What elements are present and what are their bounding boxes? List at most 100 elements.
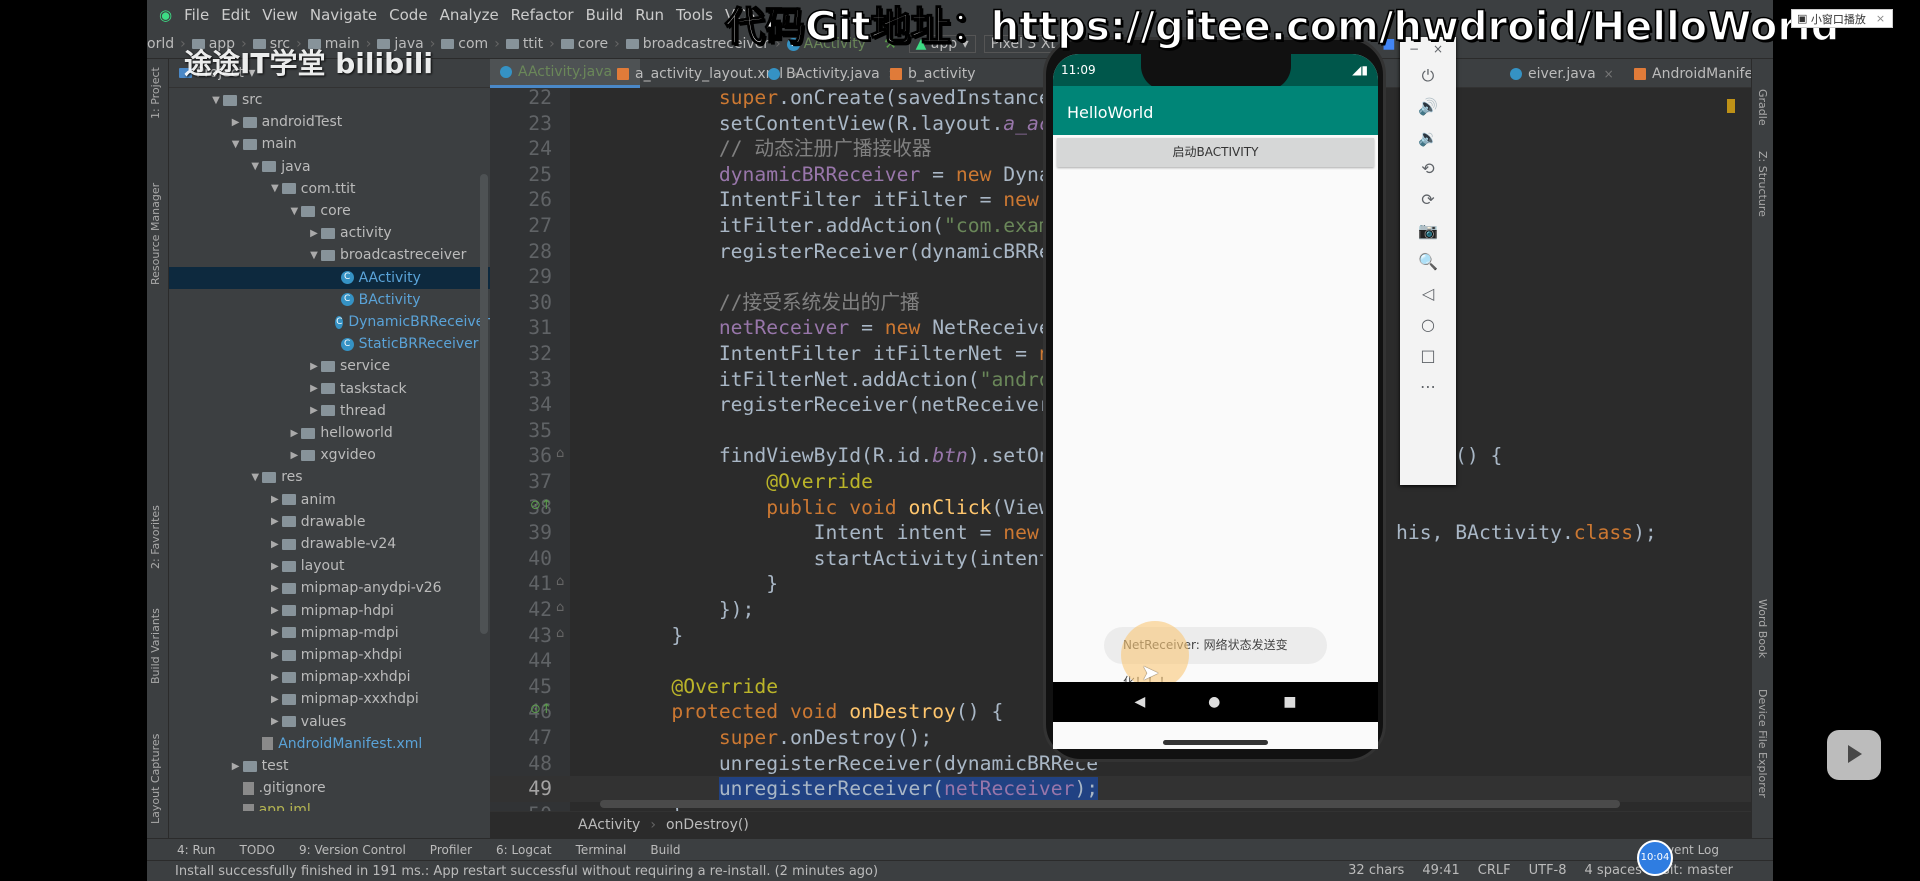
word-book-tab[interactable]: Word Book bbox=[1756, 599, 1769, 658]
override-gutter-icon[interactable]: ⊙↑ bbox=[530, 498, 552, 513]
gradle-tab[interactable]: Gradle bbox=[1756, 89, 1769, 126]
chevron-down-icon[interactable]: ▼ bbox=[248, 472, 262, 483]
menu-view[interactable]: View bbox=[262, 6, 298, 24]
tree-item[interactable]: ▶ androidTest bbox=[169, 111, 490, 133]
line-separator[interactable]: CRLF bbox=[1478, 863, 1511, 878]
run-tool-button[interactable]: 4: Run bbox=[177, 843, 216, 857]
chevron-right-icon[interactable]: ▶ bbox=[268, 494, 282, 505]
tree-item[interactable]: ▼ core bbox=[169, 200, 490, 222]
breadcrumb-item[interactable]: ttit bbox=[505, 36, 543, 52]
device-file-explorer-tab[interactable]: Device File Explorer bbox=[1756, 689, 1769, 798]
tree-item[interactable]: ▶ anim bbox=[169, 489, 490, 511]
home-button[interactable]: ● bbox=[1208, 694, 1220, 710]
screenshot-icon[interactable]: 📷 bbox=[1400, 221, 1456, 240]
emulator-screen[interactable]: 11:09◢▮ HelloWorld 启动BACTIVITY NetReceiv… bbox=[1053, 54, 1378, 749]
menu-tools[interactable]: Tools bbox=[676, 6, 713, 24]
terminal-tool-button[interactable]: Terminal bbox=[576, 843, 627, 857]
status-message[interactable]: Install successfully finished in 191 ms.… bbox=[175, 864, 878, 879]
chevron-down-icon[interactable]: ▼ bbox=[209, 95, 223, 106]
tree-item[interactable]: ▼ src bbox=[169, 89, 490, 111]
tree-item[interactable]: C DynamicBRReceiver bbox=[169, 311, 490, 333]
chevron-right-icon[interactable]: ▶ bbox=[268, 605, 282, 616]
tree-item[interactable]: ▶ xgvideo bbox=[169, 444, 490, 466]
resource-manager-tab[interactable]: Resource Manager bbox=[149, 175, 162, 285]
chevron-right-icon[interactable]: ▶ bbox=[307, 361, 321, 372]
breadcrumb-item[interactable]: core bbox=[560, 36, 608, 52]
indent-setting[interactable]: 4 spaces bbox=[1585, 863, 1642, 878]
rotate-right-icon[interactable]: ⟳ bbox=[1400, 190, 1456, 209]
close-tab-icon[interactable]: × bbox=[1604, 67, 1614, 81]
chevron-right-icon[interactable]: ▶ bbox=[229, 117, 243, 128]
profiler-tool-button[interactable]: Profiler bbox=[430, 843, 472, 857]
fold-icon[interactable]: ⌂ bbox=[556, 600, 564, 615]
tree-item[interactable]: ▼ res bbox=[169, 466, 490, 488]
fold-icon[interactable]: ⌂ bbox=[556, 626, 564, 641]
tree-item[interactable]: ▶ mipmap-xxhdpi bbox=[169, 666, 490, 688]
tree-item[interactable]: AndroidManifest.xml bbox=[169, 733, 490, 755]
chevron-right-icon[interactable]: ▶ bbox=[229, 761, 243, 772]
fold-icon[interactable]: ⌂ bbox=[556, 574, 564, 589]
mini-window-button[interactable]: ▣ 小窗口播放 × bbox=[1791, 9, 1893, 28]
tree-item[interactable]: ▼ broadcastreceiver bbox=[169, 244, 490, 266]
chevron-down-icon[interactable]: ▼ bbox=[307, 250, 321, 261]
version-control-tool-button[interactable]: 9: Version Control bbox=[299, 843, 406, 857]
tree-item[interactable]: C StaticBRReceiver bbox=[169, 333, 490, 355]
chevron-right-icon[interactable]: ▶ bbox=[268, 672, 282, 683]
tree-item[interactable]: ▶ mipmap-hdpi bbox=[169, 600, 490, 622]
build-tool-button[interactable]: Build bbox=[650, 843, 680, 857]
tab-androidmanifest-xml[interactable]: AndroidManifest.xml× bbox=[1624, 59, 1751, 88]
tree-item[interactable]: ▶ thread bbox=[169, 400, 490, 422]
tree-item[interactable]: ▼ main bbox=[169, 133, 490, 155]
project-scrollbar[interactable] bbox=[480, 174, 488, 634]
chevron-right-icon[interactable]: ▶ bbox=[268, 583, 282, 594]
chevron-right-icon[interactable]: ▶ bbox=[268, 516, 282, 527]
tree-item[interactable]: .gitignore bbox=[169, 777, 490, 799]
power-icon[interactable]: ⏻ bbox=[1400, 66, 1456, 86]
tree-item[interactable]: ▶ activity bbox=[169, 222, 490, 244]
tree-item[interactable]: ▶ mipmap-xhdpi bbox=[169, 644, 490, 666]
menu-run[interactable]: Run bbox=[635, 6, 664, 24]
close-icon[interactable]: × bbox=[1876, 12, 1885, 25]
tree-item[interactable]: ▶ layout bbox=[169, 555, 490, 577]
chevron-right-icon[interactable]: ▶ bbox=[268, 694, 282, 705]
tab-b_activity[interactable]: b_activity bbox=[880, 59, 986, 88]
code-line[interactable]: 49 unregisterReceiver(netReceiver); bbox=[490, 776, 1751, 802]
fold-icon[interactable]: ⌂ bbox=[556, 446, 564, 461]
logcat-tool-button[interactable]: 6: Logcat bbox=[496, 843, 552, 857]
chevron-right-icon[interactable]: ▶ bbox=[287, 428, 301, 439]
volume-up-icon[interactable]: 🔊 bbox=[1400, 97, 1456, 116]
tree-item[interactable]: ▶ mipmap-xxxhdpi bbox=[169, 688, 490, 710]
chevron-right-icon[interactable]: ▶ bbox=[268, 627, 282, 638]
tree-item[interactable]: ▶ taskstack bbox=[169, 378, 490, 400]
favorites-tab[interactable]: 2: Favorites bbox=[149, 489, 162, 569]
menu-edit[interactable]: Edit bbox=[221, 6, 250, 24]
breadcrumb-class[interactable]: AActivity bbox=[578, 817, 640, 833]
override-gutter-icon[interactable]: ⊙↑ bbox=[530, 702, 552, 717]
tree-item[interactable]: ▶ test bbox=[169, 755, 490, 777]
chevron-right-icon[interactable]: ▶ bbox=[268, 716, 282, 727]
zoom-icon[interactable]: 🔍 bbox=[1400, 252, 1456, 271]
menu-code[interactable]: Code bbox=[389, 6, 427, 24]
build-variants-tab[interactable]: Build Variants bbox=[149, 594, 162, 684]
tree-item[interactable]: ▶ helloworld bbox=[169, 422, 490, 444]
file-encoding[interactable]: UTF-8 bbox=[1529, 863, 1567, 878]
horizontal-scrollbar[interactable] bbox=[600, 800, 1620, 808]
menu-refactor[interactable]: Refactor bbox=[511, 6, 574, 24]
chevron-right-icon[interactable]: ▶ bbox=[268, 539, 282, 550]
chevron-down-icon[interactable]: ▼ bbox=[248, 161, 262, 172]
tree-item[interactable]: C BActivity bbox=[169, 289, 490, 311]
tree-item[interactable]: ▶ values bbox=[169, 711, 490, 733]
more-icon[interactable]: ⋯ bbox=[1400, 377, 1456, 396]
overview-icon[interactable]: □ bbox=[1400, 346, 1456, 365]
caret-position[interactable]: 49:41 bbox=[1422, 863, 1459, 878]
breadcrumb-method[interactable]: onDestroy() bbox=[666, 817, 749, 833]
chevron-down-icon[interactable]: ▼ bbox=[229, 139, 243, 150]
back-button[interactable]: ◀ bbox=[1134, 694, 1145, 710]
project-tool-tab[interactable]: 1: Project bbox=[149, 59, 162, 119]
tree-item[interactable]: ▶ service bbox=[169, 355, 490, 377]
tab-eiver-java[interactable]: eiver.java × bbox=[1500, 59, 1624, 88]
chevron-down-icon[interactable]: ▼ bbox=[268, 183, 282, 194]
breadcrumb-item[interactable]: com bbox=[441, 36, 488, 52]
home-icon[interactable]: ○ bbox=[1400, 315, 1456, 334]
chevron-right-icon[interactable]: ▶ bbox=[268, 561, 282, 572]
